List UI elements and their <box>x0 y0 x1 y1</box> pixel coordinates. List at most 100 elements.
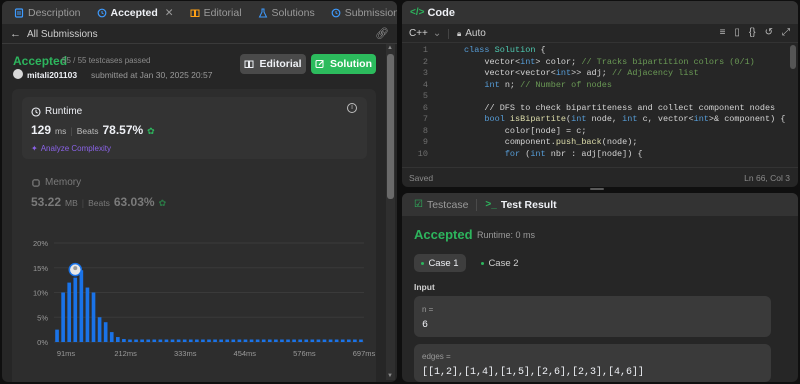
reset-icon[interactable]: ↺ <box>765 27 773 38</box>
code-icon: </> <box>410 7 425 18</box>
x-tick-label: 212ms <box>114 349 137 358</box>
chart-bar[interactable] <box>243 339 248 342</box>
memory-divider: | <box>81 198 85 208</box>
chart-bar[interactable] <box>182 339 187 342</box>
tab-submissions[interactable]: Submissions <box>327 1 397 24</box>
tab-editorial[interactable]: Editorial <box>186 1 246 24</box>
chart-bar[interactable] <box>340 339 345 342</box>
chart-bar[interactable] <box>73 277 78 342</box>
chart-bar[interactable] <box>140 339 144 342</box>
chart-bar[interactable] <box>255 339 260 342</box>
tab-solutions[interactable]: Solutions <box>254 1 319 24</box>
chart-bar[interactable] <box>67 282 72 342</box>
info-icon[interactable]: i <box>347 103 357 113</box>
case-1-tab[interactable]: Case 1 <box>414 254 466 272</box>
chart-bar[interactable] <box>249 339 254 342</box>
memory-card[interactable]: Memory 53.22 MB | Beats 63.03% ✿ <box>22 169 367 219</box>
scroll-down-arrow[interactable]: ▼ <box>387 373 393 379</box>
chart-bar[interactable] <box>292 339 296 342</box>
tab-description[interactable]: Description <box>10 1 85 24</box>
chart-bar[interactable] <box>109 332 114 342</box>
editorial-button[interactable]: Editorial <box>240 54 306 74</box>
tab-accepted[interactable]: Accepted ✕ <box>93 1 178 24</box>
chart-bar[interactable] <box>134 339 138 342</box>
input-edges-field[interactable]: edges = [[1,2],[1,4],[1,5],[2,6],[2,3],[… <box>414 344 771 382</box>
chart-bar[interactable] <box>195 339 199 342</box>
chart-bar[interactable] <box>213 339 217 342</box>
chart-bar[interactable] <box>164 339 169 342</box>
testcases-passed: 55 / 55 testcases passed <box>62 56 151 65</box>
chart-bar[interactable] <box>334 339 339 342</box>
chart-bar[interactable] <box>207 339 211 342</box>
scrollbar-track[interactable]: ▲ ▼ <box>386 44 395 380</box>
chart-bar[interactable] <box>274 339 278 342</box>
chart-bar[interactable] <box>158 339 163 342</box>
scrollbar-thumb[interactable] <box>387 54 394 199</box>
braces-icon[interactable]: {} <box>749 27 756 38</box>
chart-bar[interactable] <box>128 339 132 342</box>
chart-bar[interactable] <box>219 339 223 342</box>
chart-bar[interactable] <box>225 339 230 342</box>
chart-bar[interactable] <box>55 329 59 342</box>
chart-bar[interactable] <box>188 339 193 342</box>
chart-bar[interactable] <box>122 339 126 342</box>
fullscreen-icon[interactable]: ⤢ <box>782 27 790 38</box>
chart-bar[interactable] <box>304 339 309 342</box>
chart-bar[interactable] <box>97 317 102 342</box>
chart-bar[interactable] <box>322 339 327 342</box>
chart-bar[interactable] <box>298 339 302 342</box>
chevron-down-icon: ⌄ <box>432 28 442 39</box>
chart-bar[interactable] <box>316 339 321 342</box>
format-icon[interactable]: ≡ <box>720 27 726 38</box>
analyze-complexity-link[interactable]: ✦ Analyze Complexity <box>31 144 111 153</box>
runtime-distribution-chart[interactable]: 20% 15% 10% 5% 0% 91ms 212ms 333ms 454ms 576ms 697… <box>12 229 376 364</box>
line-number: 4 <box>422 79 428 90</box>
book-icon <box>190 9 200 17</box>
chart-bar[interactable] <box>201 339 205 342</box>
scrollbar-thumb[interactable] <box>790 45 796 69</box>
line-number: 10 <box>417 148 428 159</box>
panel-resize-handle[interactable] <box>590 188 604 190</box>
bookmark-icon[interactable]: ▯ <box>734 27 740 38</box>
case-pass-dot <box>481 261 485 265</box>
chart-bar[interactable] <box>91 292 96 343</box>
chart-bar[interactable] <box>170 339 175 342</box>
chart-bar[interactable] <box>267 339 272 342</box>
runtime-card[interactable]: Runtime i 129 ms | Beats 78.57% ✿ ✦ Anal… <box>22 97 367 159</box>
chart-bar[interactable] <box>310 339 315 342</box>
language-select[interactable]: C++ ⌄ <box>409 28 441 39</box>
chart-bar[interactable] <box>286 339 290 342</box>
back-label: All Submissions <box>27 28 98 40</box>
scroll-up-arrow[interactable]: ▲ <box>387 45 393 51</box>
chart-bar[interactable] <box>61 292 65 343</box>
chart-bar[interactable] <box>152 339 157 342</box>
chart-bar[interactable] <box>176 339 181 342</box>
chart-bar[interactable] <box>280 339 284 342</box>
input-n-field[interactable]: n = 6 <box>414 296 771 337</box>
chart-bar[interactable] <box>146 339 151 342</box>
back-to-submissions[interactable]: ← All Submissions <box>10 28 98 40</box>
chart-bar[interactable] <box>85 287 90 342</box>
memory-stats: 53.22 MB | Beats 63.03% ✿ <box>31 195 166 209</box>
chart-bar[interactable] <box>116 337 120 342</box>
chart-bar[interactable] <box>328 339 333 342</box>
chart-bar[interactable] <box>231 339 236 342</box>
tab-test-result[interactable]: >_ Test Result <box>481 193 560 216</box>
link-icon[interactable]: 🔗︎ <box>375 27 389 40</box>
chart-bar[interactable] <box>79 270 84 342</box>
x-tick-label: 454ms <box>234 349 257 358</box>
case-2-tab[interactable]: Case 2 <box>474 254 526 272</box>
chart-bar[interactable] <box>359 339 363 342</box>
chart-bar[interactable] <box>103 322 108 342</box>
username[interactable]: mitali201103 <box>27 70 77 80</box>
close-tab-icon[interactable]: ✕ <box>165 7 174 19</box>
solution-button[interactable]: Solution <box>311 54 376 74</box>
chart-bar[interactable] <box>353 339 357 342</box>
chart-bar[interactable] <box>261 339 266 342</box>
mode-select[interactable]: 🔒︎ Auto <box>457 28 486 39</box>
tab-testcase[interactable]: ☑ Testcase <box>410 193 472 216</box>
edges-value: [[1,2],[1,4],[1,5],[2,6],[2,3],[4,6]] <box>422 367 645 378</box>
chart-bar[interactable] <box>346 339 351 342</box>
memory-beats-value: 63.03% <box>113 195 155 209</box>
chart-bar[interactable] <box>237 339 242 342</box>
